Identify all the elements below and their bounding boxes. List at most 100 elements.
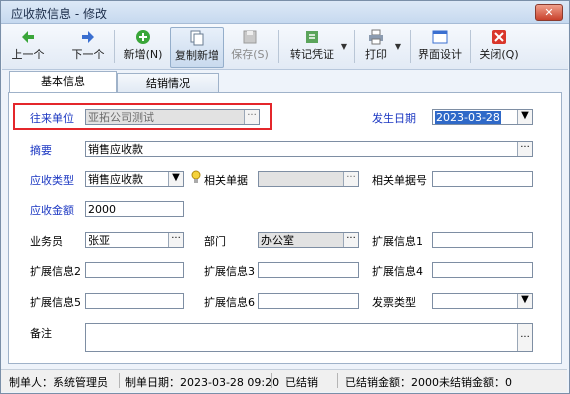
related-doc-label: 相关单据	[204, 174, 248, 187]
print-button[interactable]: 打印 ▼	[360, 27, 401, 66]
copy-add-label: 复制新增	[175, 49, 219, 62]
ext5-field[interactable]	[85, 293, 184, 309]
ext6-field[interactable]	[258, 293, 359, 309]
toolbar-separator	[114, 30, 115, 63]
save-label: 保存(S)	[231, 48, 269, 61]
type-value: 销售应收款	[88, 173, 143, 186]
lightbulb-icon	[191, 170, 201, 183]
close-red-icon	[492, 30, 506, 44]
related-no-field[interactable]	[432, 171, 533, 187]
related-doc-lookup-button[interactable]: ···	[343, 172, 358, 186]
voucher-icon	[306, 31, 318, 43]
close-button[interactable]: 关闭(Q)	[476, 27, 522, 66]
partner-value: 亚拓公司测试	[88, 111, 154, 124]
add-label: 新增(N)	[123, 48, 163, 61]
ext2-label: 扩展信息2	[30, 265, 81, 278]
date-dropdown-icon[interactable]: ▼	[517, 110, 532, 124]
note-expand-button[interactable]: ···	[517, 324, 532, 351]
summary-label: 摘要	[30, 144, 52, 157]
related-doc-field[interactable]: ···	[258, 171, 359, 187]
partner-lookup-button[interactable]: ···	[244, 110, 259, 124]
invoice-type-dropdown-icon[interactable]: ▼	[517, 294, 532, 308]
type-dropdown-icon[interactable]: ▼	[168, 172, 183, 186]
partner-label: 往来单位	[30, 112, 74, 125]
transfer-voucher-label: 转记凭证	[290, 48, 334, 61]
date-field[interactable]: 2023-03-28 ▼	[432, 109, 533, 125]
status-make-date: 制单日期：2023-03-28 09:20	[125, 376, 280, 389]
invoice-type-select[interactable]: ▼	[432, 293, 533, 309]
note-field[interactable]: ···	[85, 323, 533, 352]
type-select[interactable]: 销售应收款 ▼	[85, 171, 184, 187]
summary-field[interactable]: 销售应收款 ···	[85, 141, 533, 157]
plus-circle-icon	[136, 30, 150, 44]
ext5-label: 扩展信息5	[30, 296, 81, 309]
next-label: 下一个	[71, 48, 105, 61]
ext1-field[interactable]	[432, 232, 533, 248]
dept-field[interactable]: 办公室 ···	[258, 232, 359, 248]
title-bar: 应收款信息 - 修改 ✕	[1, 1, 569, 24]
ext4-label: 扩展信息4	[372, 265, 423, 278]
ext1-label: 扩展信息1	[372, 235, 423, 248]
summary-lookup-button[interactable]: ···	[517, 142, 532, 156]
status-divider	[271, 373, 272, 388]
amount-field[interactable]: 2000	[85, 201, 184, 217]
floppy-disk-icon	[243, 30, 257, 44]
copy-add-button[interactable]: 复制新增	[170, 27, 224, 68]
dept-value: 办公室	[261, 234, 294, 247]
layout-design-icon	[432, 30, 448, 44]
window-title: 应收款信息 - 修改	[11, 7, 107, 21]
toolbar-separator	[354, 30, 355, 63]
ext4-field[interactable]	[432, 262, 533, 278]
ext6-label: 扩展信息6	[204, 296, 255, 309]
type-label: 应收类型	[30, 174, 74, 187]
salesman-label: 业务员	[30, 235, 63, 248]
arrow-left-icon	[22, 31, 34, 43]
close-label: 关闭(Q)	[479, 48, 519, 61]
ext2-field[interactable]	[85, 262, 184, 278]
toolbar-separator	[278, 30, 279, 63]
ext3-field[interactable]	[258, 262, 359, 278]
summary-value: 销售应收款	[88, 143, 143, 156]
print-label: 打印	[365, 48, 387, 61]
amount-value: 2000	[88, 203, 116, 216]
window-close-button[interactable]: ✕	[535, 4, 563, 21]
toolbar-separator	[410, 30, 411, 63]
status-bar: 制单人：系统管理员 制单日期：2023-03-28 09:20 已结销 已结销金…	[1, 369, 567, 392]
dept-lookup-button[interactable]: ···	[343, 233, 358, 247]
dropdown-arrow-icon[interactable]: ▼	[341, 42, 347, 51]
prev-button[interactable]: 上一个	[8, 27, 48, 66]
tab-settlement[interactable]: 结销情况	[117, 73, 219, 94]
toolbar: 上一个 下一个 新增(N) 复制新增 保存(S) 转记凭证 ▼ 打印 ▼ 界面设…	[2, 24, 568, 70]
status-divider	[337, 373, 338, 388]
save-button[interactable]: 保存(S)	[228, 27, 272, 66]
arrow-right-icon	[82, 31, 94, 43]
note-label: 备注	[30, 327, 52, 340]
dept-label: 部门	[204, 235, 226, 248]
tab-basic-info[interactable]: 基本信息	[9, 71, 117, 94]
prev-label: 上一个	[11, 48, 45, 61]
salesman-value: 张亚	[88, 234, 110, 247]
printer-icon	[369, 29, 383, 45]
status-settled: 已结销金额：2000	[345, 376, 439, 389]
toolbar-separator	[470, 30, 471, 63]
status-unsettled: 未结销金额：0	[439, 376, 512, 389]
status-divider	[119, 373, 120, 388]
status-state: 已结销	[285, 376, 318, 389]
date-value: 2023-03-28	[435, 111, 501, 124]
dropdown-arrow-icon[interactable]: ▼	[395, 42, 401, 51]
partner-field[interactable]: 亚拓公司测试 ···	[85, 109, 260, 125]
copy-document-icon	[190, 30, 204, 46]
status-maker: 制单人：系统管理员	[9, 376, 108, 389]
related-no-label: 相关单据号	[372, 174, 427, 187]
invoice-type-label: 发票类型	[372, 296, 416, 309]
ext3-label: 扩展信息3	[204, 265, 255, 278]
salesman-field[interactable]: 张亚 ···	[85, 232, 184, 248]
salesman-lookup-button[interactable]: ···	[168, 233, 183, 247]
interface-design-button[interactable]: 界面设计	[416, 27, 464, 66]
amount-label: 应收金额	[30, 204, 74, 217]
next-button[interactable]: 下一个	[68, 27, 108, 66]
add-button[interactable]: 新增(N)	[120, 27, 166, 66]
tab-strip: 基本信息 结销情况	[1, 71, 569, 94]
date-label: 发生日期	[372, 112, 416, 125]
transfer-voucher-button[interactable]: 转记凭证 ▼	[286, 27, 347, 66]
